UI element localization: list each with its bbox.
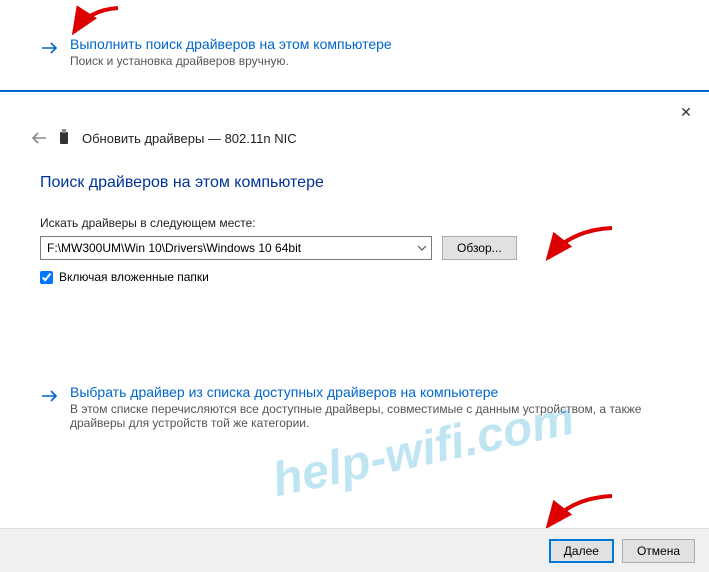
search-on-computer-option[interactable]: Выполнить поиск драйверов на этом компью… <box>0 0 709 78</box>
device-name: 802.11n NIC <box>225 131 297 146</box>
cancel-button[interactable]: Отмена <box>622 539 695 563</box>
section-title: Поиск драйверов на этом компьютере <box>0 148 709 192</box>
dialog-footer: Далее Отмена <box>0 528 709 572</box>
include-subfolders-label: Включая вложенные папки <box>59 270 209 284</box>
include-subfolders-row[interactable]: Включая вложенные папки <box>0 260 709 284</box>
path-label: Искать драйверы в следующем месте: <box>40 216 709 230</box>
arrow-right-icon <box>40 38 60 58</box>
dialog-title: Обновить драйверы — 802.11n NIC <box>82 131 297 146</box>
pick-from-list-option[interactable]: Выбрать драйвер из списка доступных драй… <box>0 384 709 430</box>
path-combobox[interactable] <box>40 236 432 260</box>
browse-button[interactable]: Обзор... <box>442 236 517 260</box>
dialog-header: Обновить драйверы — 802.11n NIC <box>0 92 709 148</box>
path-field-block: Искать драйверы в следующем месте: Обзор… <box>0 192 709 260</box>
path-input[interactable] <box>41 237 413 259</box>
back-arrow-icon[interactable] <box>30 129 48 147</box>
chevron-down-icon[interactable] <box>413 237 431 259</box>
option2-subtitle: В этом списке перечисляются все доступны… <box>70 402 649 430</box>
include-subfolders-checkbox[interactable] <box>40 271 53 284</box>
option-text: Выполнить поиск драйверов на этом компью… <box>70 36 392 68</box>
option-subtitle: Поиск и установка драйверов вручную. <box>70 54 392 68</box>
option-title: Выполнить поиск драйверов на этом компью… <box>70 36 392 52</box>
device-icon <box>58 128 72 148</box>
path-input-row: Обзор... <box>40 236 709 260</box>
arrow-right-icon <box>40 386 60 406</box>
next-button[interactable]: Далее <box>549 539 614 563</box>
option2-title: Выбрать драйвер из списка доступных драй… <box>70 384 649 400</box>
title-prefix: Обновить драйверы — <box>82 131 225 146</box>
update-driver-dialog: ✕ Обновить драйверы — 802.11n NIC Поиск … <box>0 92 709 430</box>
option2-text: Выбрать драйвер из списка доступных драй… <box>70 384 649 430</box>
close-button[interactable]: ✕ <box>671 100 701 124</box>
